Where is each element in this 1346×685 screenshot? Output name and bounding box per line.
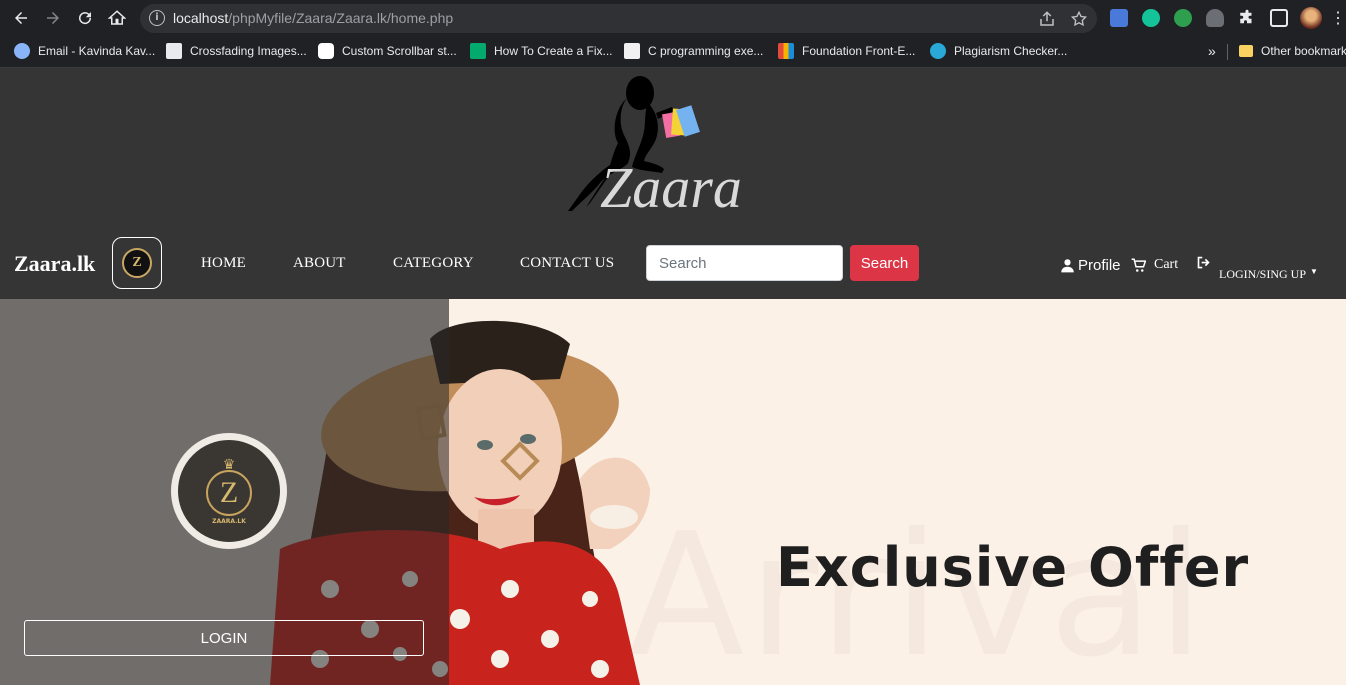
hero-logo-caption: ZAARA.LK (212, 517, 246, 525)
w3schools-icon (470, 43, 486, 59)
bookmark-item[interactable]: Crossfading Images... (166, 42, 307, 60)
reload-icon[interactable] (74, 7, 96, 29)
hero-headline: Exclusive Offer (776, 536, 1250, 599)
user-icon (1061, 259, 1074, 273)
cart-link[interactable]: Cart (1131, 257, 1178, 273)
globe-icon (14, 43, 30, 59)
back-icon[interactable] (10, 7, 32, 29)
nav-about[interactable]: ABOUT (293, 255, 346, 272)
url-text[interactable]: localhost/phpMyfile/Zaara/Zaara.lk/home.… (173, 10, 453, 26)
zaara-logo[interactable]: Zaara (560, 73, 790, 233)
bookmark-item[interactable]: Custom Scrollbar st... (318, 42, 457, 60)
profile-label: Profile (1078, 257, 1121, 274)
bookmark-item[interactable]: How To Create a Fix... (470, 42, 613, 60)
bookmark-star-icon[interactable] (1070, 10, 1088, 28)
bookmark-item[interactable]: Plagiarism Checker... (930, 42, 1067, 60)
more-bookmarks-chevron[interactable]: » (1208, 42, 1216, 60)
search-input[interactable] (646, 245, 843, 281)
brand-name[interactable]: Zaara.lk (14, 251, 95, 277)
dropdown-caret-icon: ▼ (1310, 267, 1318, 276)
bookmark-item[interactable]: C programming exe... (624, 42, 763, 60)
cart-label: Cart (1154, 257, 1179, 272)
hero-login-button[interactable]: LOGIN (24, 620, 424, 656)
css3-icon (166, 43, 182, 59)
grammarly-extension-icon[interactable] (1142, 9, 1160, 27)
search-button[interactable]: Search (850, 245, 919, 281)
site-header: Zaara (0, 69, 1346, 237)
w3r-icon (624, 43, 640, 59)
side-panel-icon[interactable] (1270, 9, 1288, 27)
brand-badge[interactable]: Z (112, 237, 162, 289)
hero-brand-logo: ♛ Z ZAARA.LK (171, 433, 287, 549)
profile-link[interactable]: Profile (1060, 257, 1121, 274)
crown-icon: ♛ (222, 455, 236, 472)
hero-banner: Arrival ♛ Z ZAARA.LK LOGIN Exclusive Off… (0, 299, 1346, 685)
login-signup-dropdown[interactable]: LOGIN/SING UP ▼ (1196, 255, 1318, 282)
home-icon[interactable] (106, 7, 128, 29)
main-navbar: Zaara.lk Z HOME ABOUT CATEGORY CONTACT U… (0, 237, 1346, 299)
share-icon[interactable] (1038, 10, 1056, 28)
bookmark-item[interactable]: Email - Kavinda Kav... (14, 42, 155, 60)
bookmark-item[interactable]: Foundation Front-E... (778, 42, 915, 60)
plagiarism-icon (930, 43, 946, 59)
nav-home[interactable]: HOME (201, 255, 246, 272)
extension-green-icon[interactable] (1174, 9, 1192, 27)
hero-logo-letter: Z (206, 469, 252, 516)
translate-extension-icon[interactable] (1110, 9, 1128, 27)
browser-toolbar: i localhost/phpMyfile/Zaara/Zaara.lk/hom… (0, 0, 1346, 36)
address-bar[interactable]: i localhost/phpMyfile/Zaara/Zaara.lk/hom… (140, 4, 1097, 33)
profile-avatar[interactable] (1300, 7, 1322, 29)
forward-icon[interactable] (42, 7, 64, 29)
other-bookmarks[interactable]: Other bookmarks (1239, 42, 1346, 60)
nav-category[interactable]: CATEGORY (393, 255, 474, 272)
codepen-icon (318, 43, 334, 59)
brand-logo-icon: Z (122, 248, 152, 278)
extension-hat-icon[interactable] (1206, 9, 1224, 27)
bookmarks-bar: Email - Kavinda Kav... Crossfading Image… (0, 36, 1346, 68)
extensions-puzzle-icon[interactable] (1238, 9, 1256, 27)
login-signup-label: LOGIN/SING UP (1219, 267, 1306, 281)
sign-in-icon (1197, 256, 1210, 269)
logo-wordmark: Zaara (600, 155, 742, 220)
nav-contact-us[interactable]: CONTACT US (520, 255, 614, 272)
bookmarks-divider (1227, 44, 1228, 60)
cart-icon (1131, 258, 1146, 272)
site-info-icon[interactable]: i (149, 10, 165, 26)
foundation-icon (778, 43, 794, 59)
menu-kebab-icon[interactable]: ⋮ (1330, 7, 1346, 29)
folder-icon (1239, 45, 1253, 57)
